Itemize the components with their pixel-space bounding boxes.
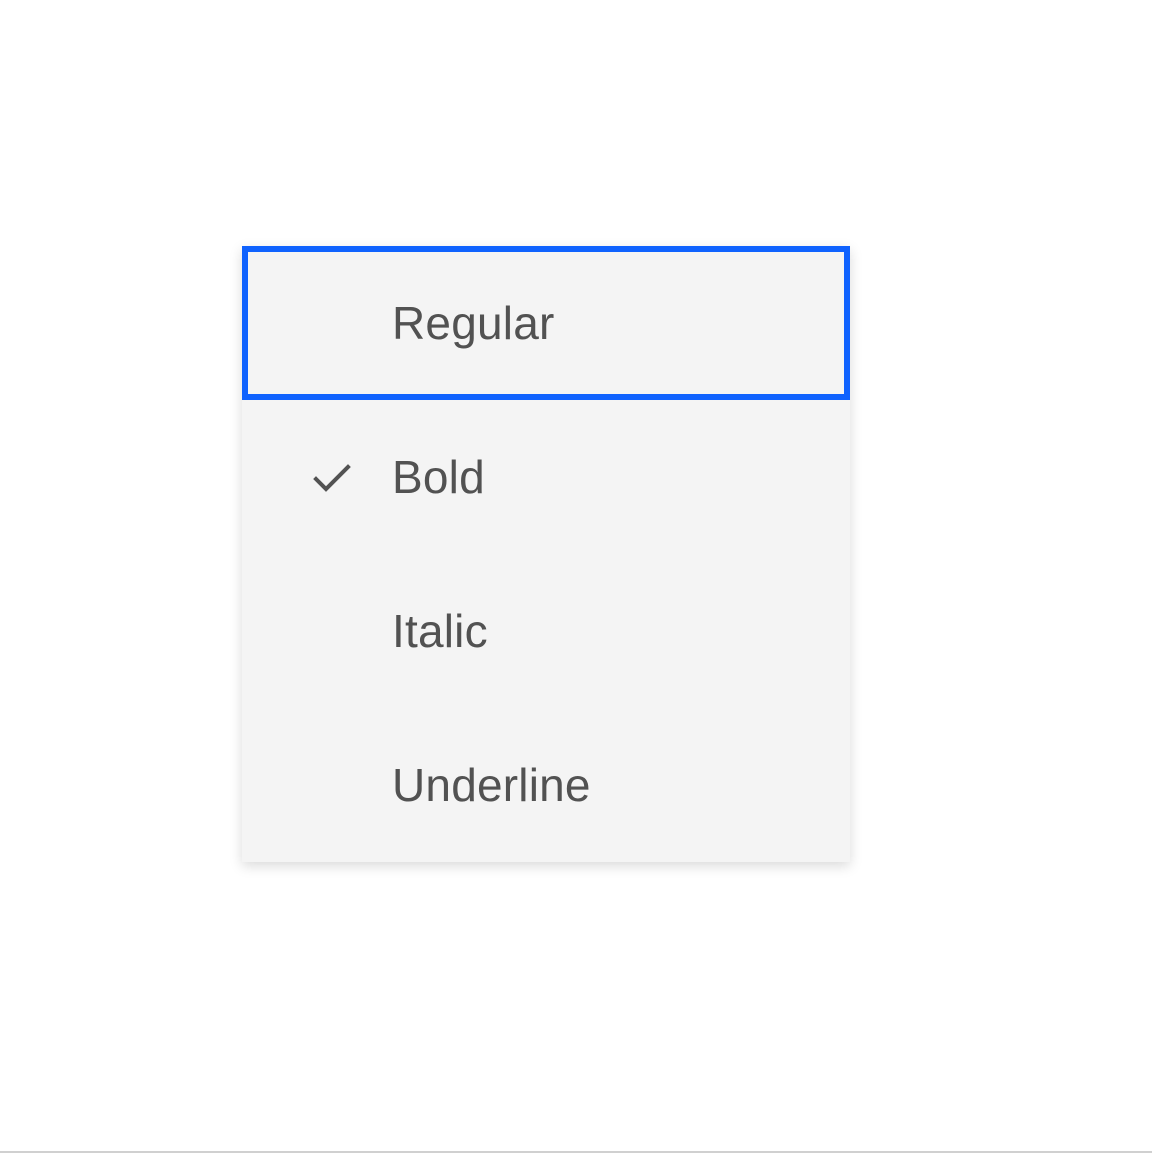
menu-item-italic[interactable]: Italic	[242, 554, 850, 708]
checkmark-icon	[308, 453, 356, 501]
menu-item-regular[interactable]: Regular	[242, 246, 850, 400]
style-menu: Regular Bold Italic Underline	[242, 246, 850, 862]
menu-item-label: Regular	[392, 296, 555, 350]
menu-item-label: Bold	[392, 450, 485, 504]
menu-item-underline[interactable]: Underline	[242, 708, 850, 862]
menu-item-label: Underline	[392, 758, 591, 812]
menu-item-bold[interactable]: Bold	[242, 400, 850, 554]
checkmark-slot	[308, 453, 392, 501]
menu-item-label: Italic	[392, 604, 488, 658]
